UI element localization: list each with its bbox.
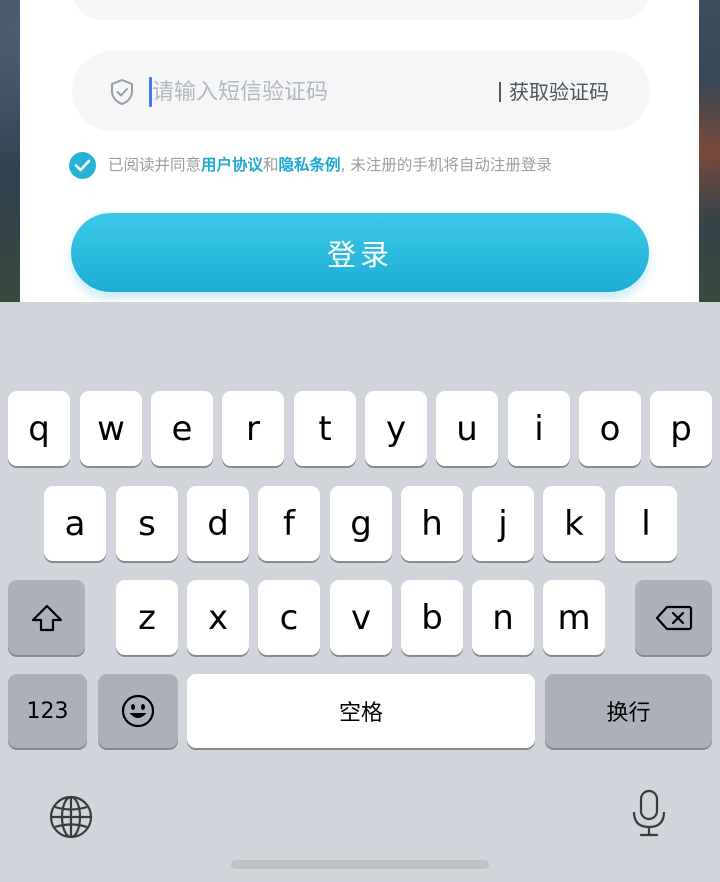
agreement-checkbox[interactable] xyxy=(69,152,96,179)
dictation-button[interactable] xyxy=(630,788,668,840)
delete-key[interactable] xyxy=(635,580,712,655)
user-agreement-link[interactable]: 用户协议 xyxy=(201,156,263,174)
key-o[interactable]: o xyxy=(579,391,641,466)
shield-check-icon xyxy=(108,78,136,106)
key-n[interactable]: n xyxy=(472,580,534,655)
key-s[interactable]: s xyxy=(116,486,178,561)
privacy-policy-link[interactable]: 隐私条例 xyxy=(279,156,341,174)
key-r[interactable]: r xyxy=(222,391,284,466)
login-button[interactable]: 登录 xyxy=(71,213,649,292)
phone-input-field[interactable] xyxy=(72,0,650,20)
key-y[interactable]: y xyxy=(365,391,427,466)
key-w[interactable]: w xyxy=(80,391,142,466)
key-c[interactable]: c xyxy=(258,580,320,655)
key-h[interactable]: h xyxy=(401,486,463,561)
globe-button[interactable] xyxy=(46,792,96,842)
key-f[interactable]: f xyxy=(258,486,320,561)
key-l[interactable]: l xyxy=(615,486,677,561)
globe-icon xyxy=(49,795,93,839)
key-a[interactable]: a xyxy=(44,486,106,561)
key-p[interactable]: p xyxy=(650,391,712,466)
agreement-suffix: , 未注册的手机将自动注册登录 xyxy=(340,156,552,174)
key-x[interactable]: x xyxy=(187,580,249,655)
backspace-icon xyxy=(655,605,692,630)
numbers-key[interactable]: 123 xyxy=(8,674,87,748)
key-k[interactable]: k xyxy=(543,486,605,561)
key-m[interactable]: m xyxy=(543,580,605,655)
agreement-prefix: 已阅读并同意 xyxy=(108,156,202,174)
emoji-icon xyxy=(121,694,155,728)
shift-icon xyxy=(31,604,62,631)
get-code-button[interactable]: 获取验证码 xyxy=(509,77,609,107)
key-e[interactable]: e xyxy=(151,391,213,466)
field-divider xyxy=(499,82,501,102)
return-key[interactable]: 换行 xyxy=(545,674,712,748)
microphone-icon xyxy=(632,789,666,837)
key-t[interactable]: t xyxy=(294,391,356,466)
key-u[interactable]: u xyxy=(436,391,498,466)
emoji-key[interactable] xyxy=(98,674,178,748)
key-z[interactable]: z xyxy=(116,580,178,655)
sms-code-input[interactable] xyxy=(152,76,472,108)
key-g[interactable]: g xyxy=(330,486,392,561)
key-i[interactable]: i xyxy=(508,391,570,466)
key-j[interactable]: j xyxy=(472,486,534,561)
key-q[interactable]: q xyxy=(8,391,70,466)
shift-key[interactable] xyxy=(8,580,85,655)
home-indicator xyxy=(231,860,489,869)
key-v[interactable]: v xyxy=(330,580,392,655)
agreement-text: 已阅读并同意用户协议和隐私条例, 未注册的手机将自动注册登录 xyxy=(108,152,552,179)
key-b[interactable]: b xyxy=(401,580,463,655)
space-key[interactable]: 空格 xyxy=(187,674,535,748)
checkmark-icon xyxy=(74,159,91,172)
key-d[interactable]: d xyxy=(187,486,249,561)
agreement-and: 和 xyxy=(263,156,279,174)
